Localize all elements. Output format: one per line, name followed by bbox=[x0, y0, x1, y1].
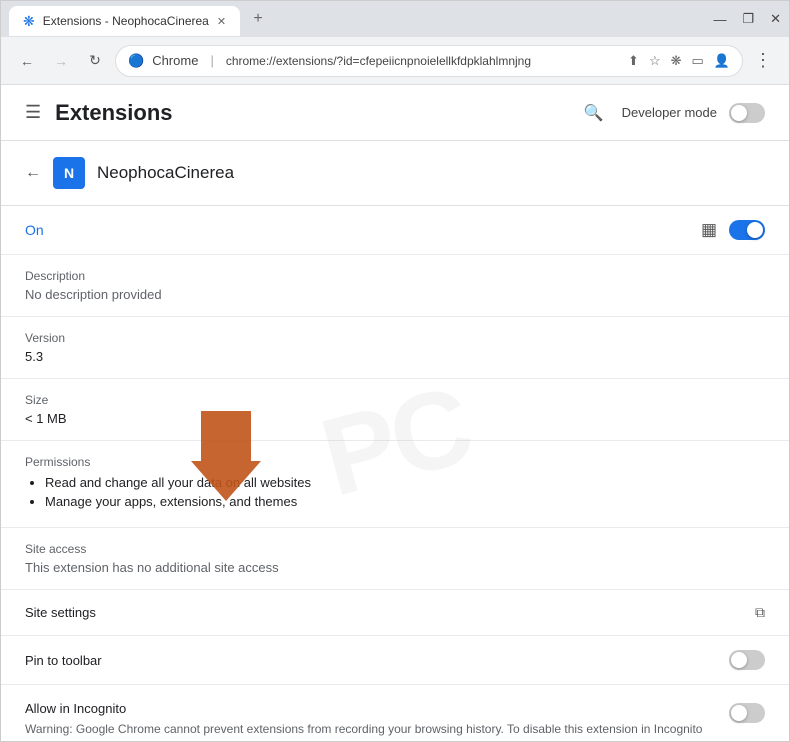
protocol-icon: 🔵 bbox=[128, 53, 144, 69]
forward-button[interactable]: → bbox=[47, 47, 75, 75]
on-status-label: On bbox=[25, 222, 44, 238]
reload-button[interactable]: ↻ bbox=[81, 47, 109, 75]
version-section: Version 5.3 bbox=[1, 317, 789, 379]
extension-header: ← N NeophocaCinerea bbox=[1, 141, 789, 206]
pin-toggle-knob bbox=[731, 652, 747, 668]
on-off-row: On ▦ bbox=[1, 206, 789, 255]
browser-window: ❋ Extensions - NeophocaCinerea ✕ + — ❐ ✕… bbox=[0, 0, 790, 742]
close-button[interactable]: ✕ bbox=[770, 11, 781, 27]
search-button[interactable]: 🔍 bbox=[578, 97, 610, 129]
sidebar-toggle-icon[interactable]: ▭ bbox=[692, 53, 704, 69]
bookmark-icon[interactable]: ☆ bbox=[649, 53, 661, 69]
address-separator: | bbox=[210, 53, 213, 68]
site-access-label: Site access bbox=[25, 542, 765, 556]
on-row-right: ▦ bbox=[701, 220, 765, 240]
back-button[interactable]: ← bbox=[13, 47, 41, 75]
extension-name: NeophocaCinerea bbox=[97, 163, 234, 183]
page-layout: ☰ Extensions 🔍 Developer mode PC bbox=[1, 85, 789, 741]
description-section: Description No description provided bbox=[1, 255, 789, 317]
site-access-section: Site access This extension has no additi… bbox=[1, 528, 789, 590]
description-value: No description provided bbox=[25, 287, 765, 302]
back-to-extensions-button[interactable]: ← bbox=[25, 164, 41, 182]
site-settings-label: Site settings bbox=[25, 605, 96, 620]
share-icon[interactable]: ⬆ bbox=[628, 53, 639, 69]
address-path: chrome://extensions/?id=cfepeiicnpnoiele… bbox=[226, 54, 531, 68]
hamburger-menu-button[interactable]: ☰ bbox=[25, 102, 41, 123]
permissions-section: Permissions Read and change all your dat… bbox=[1, 441, 789, 528]
version-value: 5.3 bbox=[25, 349, 765, 364]
incognito-label-area: Allow in Incognito Warning: Google Chrom… bbox=[25, 701, 729, 741]
extension-icon-letter: N bbox=[64, 165, 74, 181]
page-header: ☰ Extensions 🔍 Developer mode bbox=[1, 85, 789, 141]
site-access-value: This extension has no additional site ac… bbox=[25, 560, 765, 575]
incognito-warning: Warning: Google Chrome cannot prevent ex… bbox=[25, 720, 713, 741]
extensions-icon[interactable]: ❋ bbox=[671, 53, 682, 69]
incognito-toggle-knob bbox=[731, 705, 747, 721]
incognito-label: Allow in Incognito bbox=[25, 701, 713, 716]
permissions-list: Read and change all your data on all web… bbox=[25, 475, 765, 509]
address-right-icons: ⬆ ☆ ❋ ▭ 👤 bbox=[628, 53, 730, 69]
external-link-icon[interactable]: ⧉ bbox=[755, 604, 765, 621]
site-settings-row[interactable]: Site settings ⧉ bbox=[1, 590, 789, 636]
pin-label: Pin to toolbar bbox=[25, 653, 713, 668]
page-title: Extensions bbox=[55, 100, 172, 126]
menu-button[interactable]: ⋮ bbox=[749, 47, 777, 75]
pin-toggle[interactable] bbox=[729, 650, 765, 670]
toggle-knob bbox=[731, 105, 747, 121]
incognito-row: Allow in Incognito Warning: Google Chrom… bbox=[1, 685, 789, 741]
permission-item-2: Manage your apps, extensions, and themes bbox=[45, 494, 765, 509]
address-domain: Chrome bbox=[152, 53, 198, 68]
address-bar[interactable]: 🔵 Chrome | chrome://extensions/?id=cfepe… bbox=[115, 45, 743, 77]
version-label: Version bbox=[25, 331, 765, 345]
restore-button[interactable]: ❐ bbox=[742, 11, 754, 27]
tab-close-button[interactable]: ✕ bbox=[217, 15, 226, 28]
grid-view-icon[interactable]: ▦ bbox=[701, 220, 717, 240]
incognito-toggle[interactable] bbox=[729, 703, 765, 723]
description-label: Description bbox=[25, 269, 765, 283]
extension-icon: N bbox=[53, 157, 85, 189]
active-tab[interactable]: ❋ Extensions - NeophocaCinerea ✕ bbox=[9, 6, 240, 36]
window-controls: — ❐ ✕ bbox=[713, 1, 781, 37]
enable-toggle-knob bbox=[747, 222, 763, 238]
developer-mode-label: Developer mode bbox=[622, 105, 717, 120]
permissions-label: Permissions bbox=[25, 455, 765, 469]
size-section: Size < 1 MB bbox=[1, 379, 789, 441]
title-bar: ❋ Extensions - NeophocaCinerea ✕ + — ❐ ✕ bbox=[1, 1, 789, 37]
minimize-button[interactable]: — bbox=[713, 12, 726, 27]
toolbar: ← → ↻ 🔵 Chrome | chrome://extensions/?id… bbox=[1, 37, 789, 85]
content-area: ☰ Extensions 🔍 Developer mode PC bbox=[1, 85, 789, 741]
detail-panel: PC ← N NeophocaCinerea On ▦ bbox=[1, 141, 789, 741]
pin-label-area: Pin to toolbar bbox=[25, 653, 729, 668]
pin-to-toolbar-row: Pin to toolbar bbox=[1, 636, 789, 685]
developer-mode-toggle[interactable] bbox=[729, 103, 765, 123]
profile-icon[interactable]: 👤 bbox=[714, 53, 730, 69]
page-header-right: 🔍 Developer mode bbox=[578, 97, 765, 129]
tab-extension-icon: ❋ bbox=[23, 13, 35, 30]
size-value: < 1 MB bbox=[25, 411, 765, 426]
permission-item-1: Read and change all your data on all web… bbox=[45, 475, 765, 490]
extension-enable-toggle[interactable] bbox=[729, 220, 765, 240]
new-tab-button[interactable]: + bbox=[244, 5, 272, 33]
size-label: Size bbox=[25, 393, 765, 407]
tab-label: Extensions - NeophocaCinerea bbox=[43, 14, 209, 28]
